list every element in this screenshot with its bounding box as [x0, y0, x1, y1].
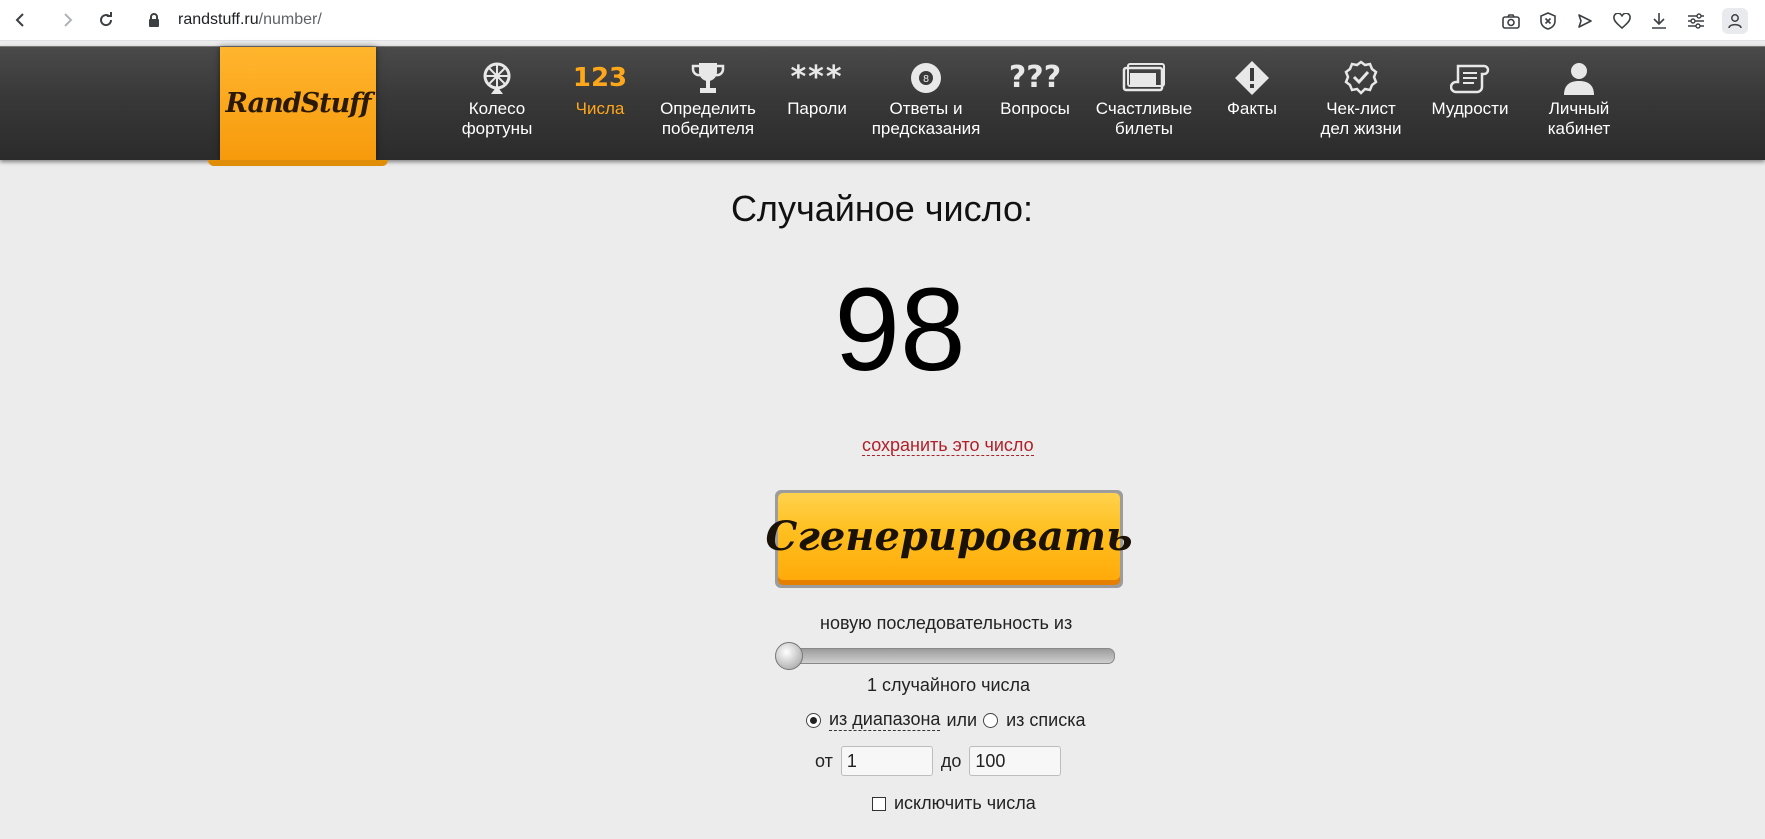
download-icon[interactable]: [1646, 8, 1672, 34]
count-label: 1 случайного числа: [867, 675, 1031, 695]
sequence-label: новую последовательность из: [820, 613, 1073, 633]
reload-icon[interactable]: [94, 8, 118, 32]
nav-label: Факты: [1226, 99, 1277, 118]
from-label: от: [815, 750, 833, 771]
nav-label: Пароли: [787, 99, 847, 118]
range-mode-label[interactable]: из диапазона: [829, 709, 941, 731]
exclude-numbers-checkbox[interactable]: [872, 796, 886, 811]
exclude-numbers-option: исключить числа: [872, 793, 1036, 814]
forward-icon[interactable]: [56, 8, 80, 32]
generate-button-label: Сгенерировать: [765, 513, 1133, 560]
nav-item-wisdom[interactable]: Мудрости: [1415, 57, 1525, 157]
count-slider[interactable]: [778, 648, 1115, 664]
nav-item-facts[interactable]: Факты: [1197, 57, 1307, 157]
trophy-icon: [653, 57, 763, 99]
numbers-icon: 123: [572, 63, 628, 93]
magic-8-ball-icon: 8: [871, 57, 981, 99]
range-inputs: от до: [815, 746, 1069, 776]
scroll-icon: [1415, 57, 1525, 99]
user-icon: [1524, 57, 1634, 99]
mode-selector: из диапазона или из списка: [806, 709, 1085, 731]
settings-sliders-icon[interactable]: [1683, 8, 1709, 34]
nav-label: Колесо фортуны: [461, 99, 533, 138]
logo-text: RandStuff: [225, 88, 372, 119]
mode-or-label: или: [946, 709, 978, 730]
facts-icon: [1197, 57, 1307, 99]
url-host: randstuff.ru: [178, 11, 259, 28]
camera-icon[interactable]: [1498, 8, 1524, 34]
save-number-link[interactable]: сохранить это число: [862, 435, 1034, 456]
heart-icon[interactable]: [1609, 8, 1635, 34]
nav-item-answers[interactable]: 8 Ответы и предсказания: [871, 57, 981, 157]
nav-label: Числа: [575, 99, 625, 118]
site-logo[interactable]: RandStuff: [208, 47, 388, 166]
url-path: /number/: [258, 11, 322, 28]
nav-label: Определить победителя: [660, 99, 756, 138]
shield-block-icon[interactable]: [1535, 8, 1561, 34]
svg-text:8: 8: [923, 74, 929, 85]
nav-label: Чек-лист дел жизни: [1320, 99, 1402, 138]
lock-icon[interactable]: [148, 12, 160, 33]
back-icon[interactable]: [8, 8, 32, 32]
nav-label: Счастливые билеты: [1095, 99, 1193, 138]
nav-item-numbers[interactable]: 123 Числа: [545, 57, 655, 157]
generate-button[interactable]: Сгенерировать: [766, 490, 1133, 588]
nav-item-account[interactable]: Личный кабинет: [1524, 57, 1634, 157]
questions-icon: ???: [1008, 60, 1062, 95]
send-icon[interactable]: [1572, 8, 1598, 34]
range-to-input[interactable]: [969, 746, 1062, 776]
nav-item-tickets[interactable]: Счастливые билеты: [1089, 57, 1199, 157]
address-bar[interactable]: randstuff.ru/number/: [178, 8, 322, 32]
tickets-icon: [1089, 57, 1199, 99]
nav-label: Вопросы: [1000, 99, 1070, 118]
list-mode-label[interactable]: из списка: [1006, 710, 1085, 731]
random-number-result: 98: [834, 264, 966, 396]
nav-item-passwords[interactable]: *** Пароли: [762, 57, 872, 157]
nav-item-questions[interactable]: ??? Вопросы: [980, 57, 1090, 157]
profile-icon[interactable]: [1722, 8, 1748, 34]
browser-toolbar: randstuff.ru/number/: [0, 0, 1765, 41]
count-slider-handle[interactable]: [775, 642, 803, 670]
checklist-icon: [1306, 57, 1416, 99]
nav-label: Ответы и предсказания: [871, 99, 981, 138]
range-from-input[interactable]: [840, 746, 933, 776]
nav-item-checklist[interactable]: Чек-лист дел жизни: [1306, 57, 1416, 157]
to-label: до: [940, 750, 962, 771]
page-title: Случайное число:: [730, 188, 1034, 229]
password-icon: ***: [790, 60, 844, 95]
list-mode-radio[interactable]: [983, 712, 999, 728]
exclude-numbers-label[interactable]: исключить числа: [894, 793, 1036, 814]
wheel-icon: [442, 57, 552, 99]
range-mode-radio[interactable]: [806, 712, 821, 728]
nav-label: Личный кабинет: [1547, 99, 1611, 138]
site-navigation: RandStuff Колесо фортуны 123 Числа Опред…: [0, 46, 1765, 166]
nav-label: Мудрости: [1431, 99, 1509, 118]
nav-item-wheel[interactable]: Колесо фортуны: [442, 57, 552, 157]
nav-item-winner[interactable]: Определить победителя: [653, 57, 763, 157]
